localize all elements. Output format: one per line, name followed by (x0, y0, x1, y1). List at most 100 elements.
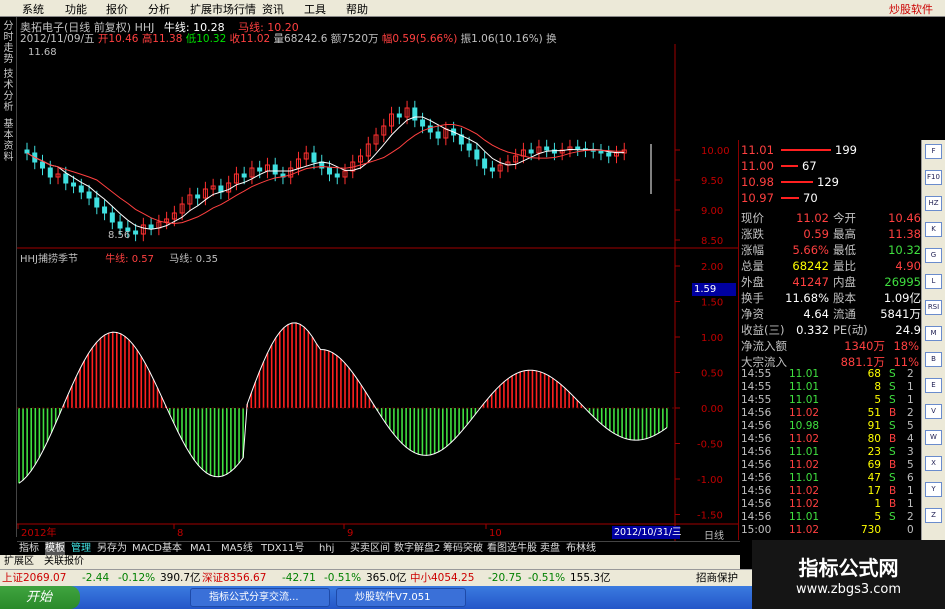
left-vertical-tabs: 分时走势 技术分析 基本资料 (0, 17, 17, 537)
tick-volume: 5 (874, 394, 881, 406)
menu-help[interactable]: 帮助 (346, 1, 368, 17)
quote-label: 最低 (833, 243, 856, 257)
menu-function[interactable]: 功能 (65, 1, 87, 17)
order-volume-bar (781, 181, 813, 183)
tick-volume: 730 (860, 524, 881, 536)
tick-time: 14:55 (741, 368, 772, 380)
tool-icon-e[interactable]: E (925, 378, 942, 393)
moving-average-group (26, 116, 625, 230)
tool-icon-f[interactable]: F (925, 144, 942, 159)
order-volume-bar (781, 197, 799, 199)
menu-extended-market[interactable]: 扩展市场行情 (190, 1, 256, 17)
indicator-tab[interactable]: MA5线 (221, 542, 253, 556)
order-volume: 70 (803, 191, 818, 205)
menu-news[interactable]: 资讯 (262, 1, 284, 17)
price-tick-label: 10.00 (701, 146, 730, 157)
order-price: 10.97 (741, 191, 774, 205)
indicator-tab[interactable]: 管理 (71, 542, 91, 556)
main-chart[interactable]: 10.00 9.50 9.00 8.50 2.00 1.50 1.00 0.50 0.00 -0.… (17, 44, 738, 541)
indicator-tab[interactable]: MA1 (190, 542, 212, 556)
indicator-tab[interactable]: TDX11号 (261, 542, 304, 556)
indicator-tab[interactable]: 看图选牛股 (487, 542, 537, 556)
task-formula-share[interactable]: 指标公式分享交流... (190, 588, 330, 607)
tab-extension-area[interactable]: 扩展区 (4, 555, 34, 569)
indicator-tab[interactable]: 布林线 (566, 542, 596, 556)
quote-label: 今开 (833, 211, 856, 225)
tab-related-quote[interactable]: 关联报价 (44, 555, 84, 569)
tick-price: 11.01 (789, 368, 820, 380)
tick-count: 5 (907, 459, 914, 471)
status-right: 招商保护 (696, 572, 738, 584)
quote-value: 10.32 (888, 243, 921, 257)
candle-body (24, 149, 30, 154)
tool-icon-v[interactable]: V (925, 404, 942, 419)
x-axis-label: 9 (347, 528, 353, 539)
indicator-tab[interactable]: 卖盘 (540, 542, 560, 556)
tool-icon-l[interactable]: L (925, 274, 942, 289)
sh-pct: -0.12% (118, 572, 156, 584)
tool-icon-rsi[interactable]: RSI (925, 300, 942, 315)
tool-icon-hz[interactable]: HZ (925, 196, 942, 211)
tick-volume: 47 (867, 472, 881, 484)
tool-icon-m[interactable]: M (925, 326, 942, 341)
quote-label: 外盘 (741, 275, 764, 289)
tool-icon-g[interactable]: G (925, 248, 942, 263)
quote-label: 流通 (833, 307, 856, 321)
indicator-tab[interactable]: MACD基本 (132, 542, 182, 556)
tick-count: 2 (907, 511, 914, 523)
indicator-tab[interactable]: 另存为 (97, 542, 127, 556)
menu-tools[interactable]: 工具 (304, 1, 326, 17)
indicator-tab[interactable]: 指标 (19, 542, 39, 556)
period-label[interactable]: 日线 (704, 527, 724, 542)
quote-value: 4.64 (803, 307, 829, 321)
tick-price: 11.01 (789, 472, 820, 484)
tick-side: B (889, 498, 897, 510)
quote-value: 68242 (792, 259, 829, 273)
candle-body (102, 206, 108, 214)
tick-volume: 8 (874, 381, 881, 393)
indicator-tab[interactable]: 数字解盘2 (394, 542, 440, 556)
candle-body (86, 191, 92, 199)
tick-price: 11.01 (789, 446, 820, 458)
low-mark-label: 8.56 (108, 230, 131, 241)
start-button[interactable]: 开始 (0, 586, 80, 609)
indicator-tab[interactable]: 筹码突破 (443, 542, 483, 556)
tab-time-trend[interactable]: 分时走势 (2, 21, 15, 65)
tool-icon-k[interactable]: K (925, 222, 942, 237)
candle-body (241, 173, 247, 178)
tab-fundamentals[interactable]: 基本资料 (2, 119, 15, 163)
indicator-tab[interactable]: hhj (319, 542, 334, 556)
candle-body (148, 224, 154, 229)
quote-label: 最高 (833, 227, 856, 241)
indicator-tab[interactable]: 模板 (45, 542, 65, 556)
quote-value: 5841万 (880, 307, 921, 321)
indicator-name: HHJ捕捞季节 (20, 254, 78, 265)
tick-time: 14:56 (741, 433, 772, 445)
menu-system[interactable]: 系统 (22, 1, 44, 17)
menu-analysis[interactable]: 分析 (148, 1, 170, 17)
indicator-tab[interactable]: 买卖区间 (350, 542, 390, 556)
tool-icon-z[interactable]: Z (925, 508, 942, 523)
tool-icon-f10[interactable]: F10 (925, 170, 942, 185)
task-stock-software[interactable]: 炒股软件V7.051 (336, 588, 466, 607)
sh-index: 上证2069.07 (2, 572, 67, 584)
price-tick-label: 9.50 (701, 176, 723, 187)
quote-value: 0.59 (803, 227, 829, 241)
tick-count: 2 (907, 368, 914, 380)
menu-quote[interactable]: 报价 (106, 1, 128, 17)
tool-icon-x[interactable]: X (925, 456, 942, 471)
candle-body (412, 107, 418, 121)
tick-side: S (889, 420, 896, 432)
tick-count: 1 (907, 394, 914, 406)
quote-value: 10.46 (888, 211, 921, 225)
tool-icon-w[interactable]: W (925, 430, 942, 445)
tick-time: 14:56 (741, 459, 772, 471)
price-tick-label: 9.00 (701, 206, 723, 217)
tick-time: 14:55 (741, 381, 772, 393)
candle-body (482, 158, 488, 169)
tool-icon-y[interactable]: Y (925, 482, 942, 497)
quote-value: 0.332 (796, 323, 829, 337)
tab-technical-analysis[interactable]: 技术分析 (2, 69, 15, 113)
tick-count: 6 (907, 472, 914, 484)
tool-icon-b[interactable]: B (925, 352, 942, 367)
